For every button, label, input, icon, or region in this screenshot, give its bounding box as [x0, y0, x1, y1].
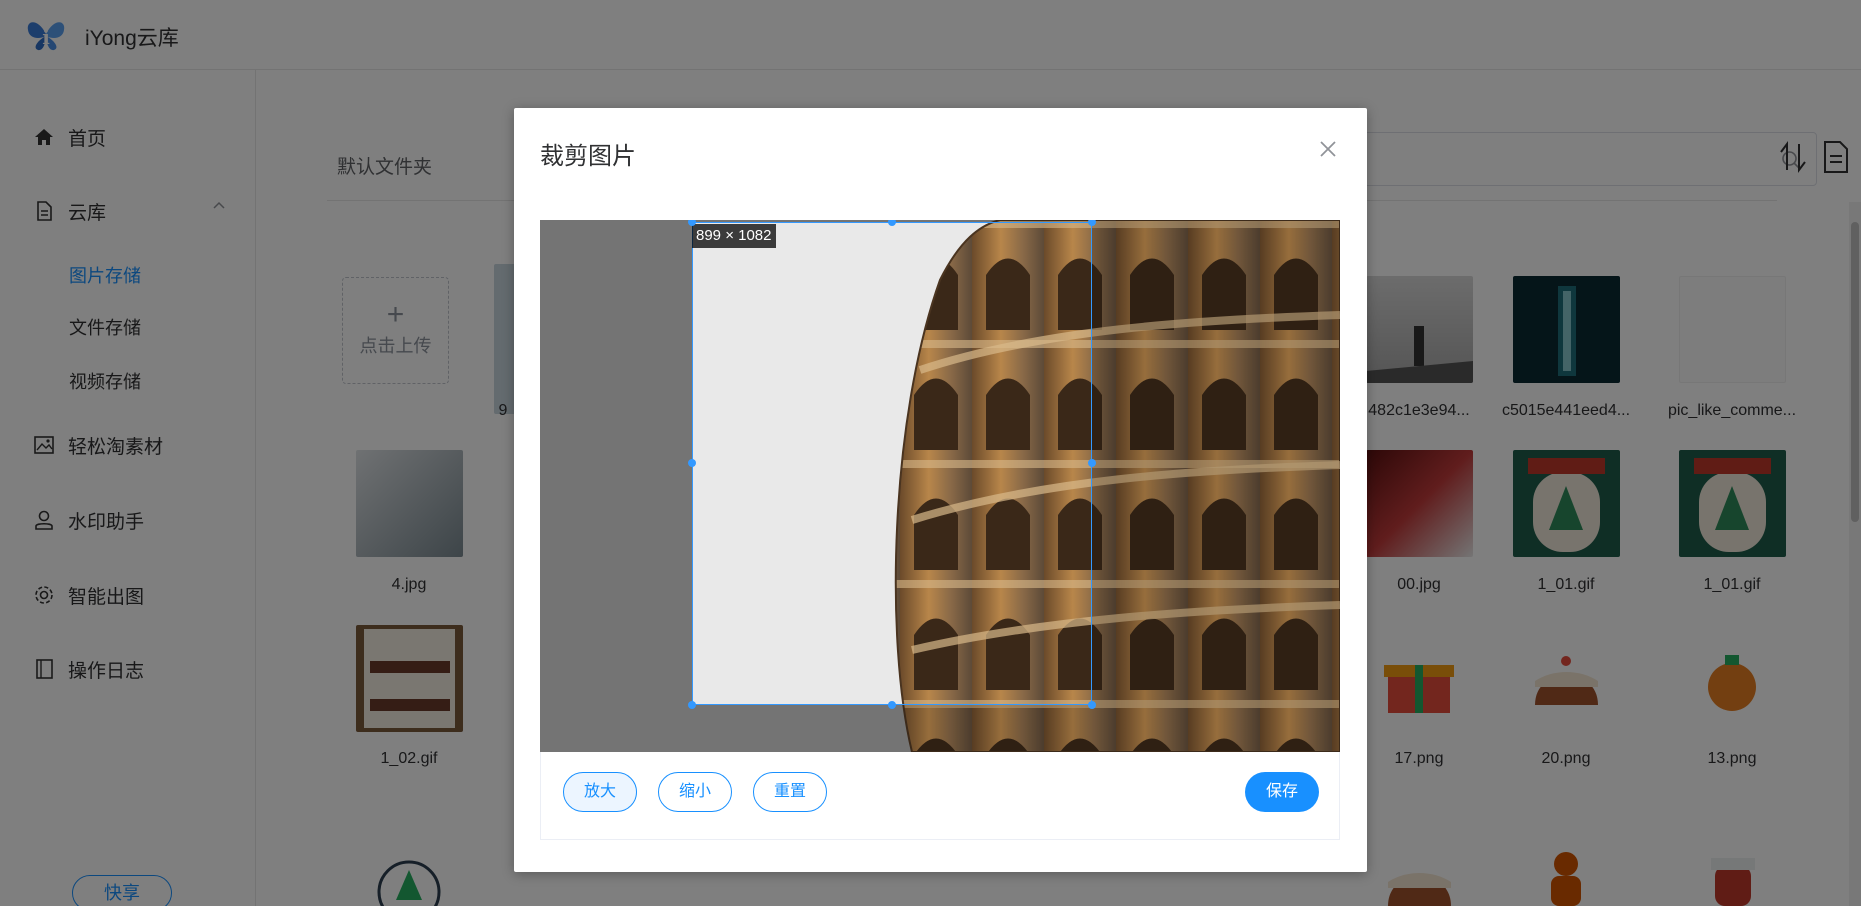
- crop-handle-left[interactable]: [688, 459, 696, 467]
- zoom-out-button[interactable]: 缩小: [658, 772, 732, 812]
- reset-button[interactable]: 重置: [753, 772, 827, 812]
- crop-toolbar: 放大 缩小 重置 保存: [540, 752, 1340, 840]
- zoom-in-button[interactable]: 放大: [563, 772, 637, 812]
- crop-image-dialog: 裁剪图片 899 × 1082 放大 缩小 重置 保存: [514, 108, 1367, 872]
- crop-size-label: 899 × 1082: [692, 224, 776, 248]
- crop-handle-bottom-left[interactable]: [688, 701, 696, 709]
- crop-selection-box[interactable]: [692, 222, 1092, 705]
- save-button[interactable]: 保存: [1245, 772, 1319, 812]
- crop-handle-bottom-right[interactable]: [1088, 701, 1096, 709]
- close-icon[interactable]: [1317, 138, 1339, 160]
- crop-handle-bottom[interactable]: [888, 701, 896, 709]
- cropper-canvas[interactable]: 899 × 1082: [540, 220, 1340, 752]
- crop-handle-right[interactable]: [1088, 459, 1096, 467]
- dialog-title: 裁剪图片: [540, 143, 636, 170]
